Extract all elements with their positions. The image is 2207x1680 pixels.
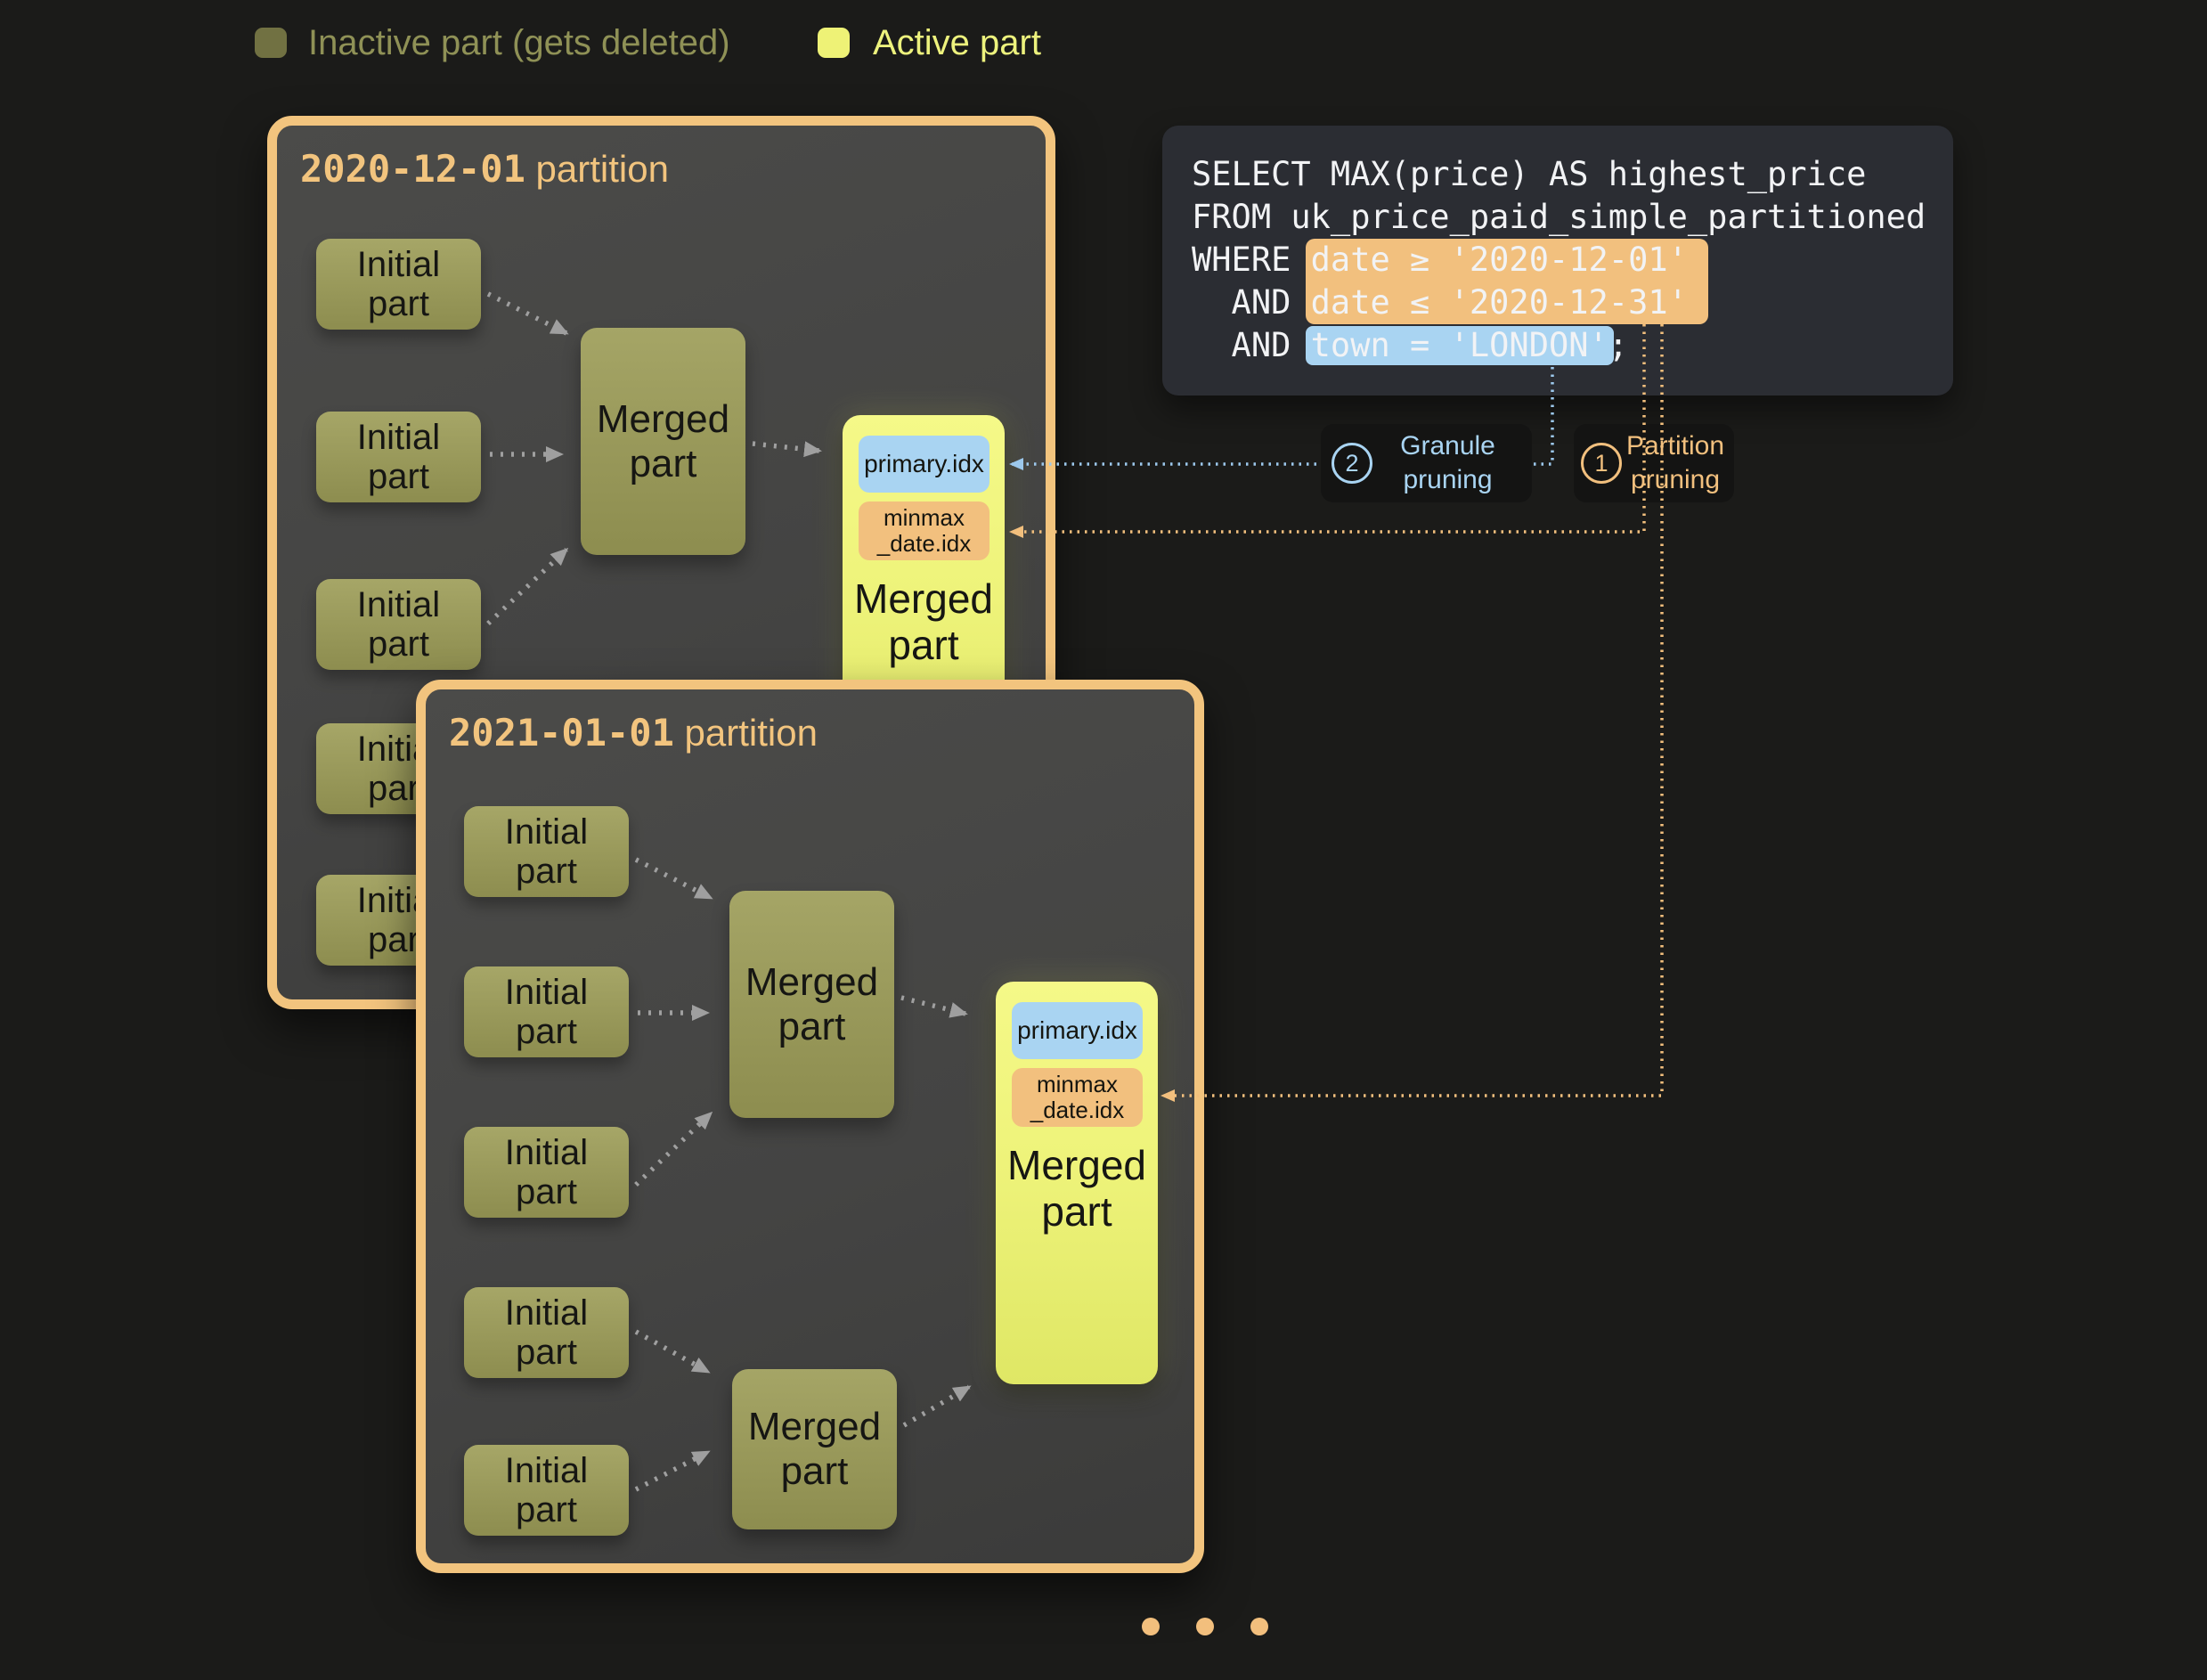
granule-pruning-badge: 2 Granule pruning (1321, 424, 1532, 502)
partition-pruning-badge: 1 Partition pruning (1574, 424, 1734, 502)
initial-part: Initial part (464, 966, 629, 1057)
minmax-idx-badge: minmax _date.idx (1012, 1068, 1143, 1127)
partition-pruning-number: 1 (1581, 443, 1622, 484)
carousel-dot[interactable] (1142, 1618, 1160, 1635)
minmax-idx-line1: minmax (1012, 1072, 1143, 1097)
minmax-idx-line1: minmax (859, 505, 989, 531)
partition-word: partition (536, 148, 669, 190)
minmax-idx-badge: minmax _date.idx (859, 502, 989, 560)
legend-inactive-swatch (255, 28, 287, 58)
merged-part-active: primary.idx minmax _date.idx Merged part (996, 982, 1158, 1384)
initial-part: Initial part (464, 1287, 629, 1378)
carousel-dot[interactable] (1250, 1618, 1268, 1635)
merged-part-inactive: Merged part (729, 891, 894, 1118)
merged-part-label: Merged part (843, 575, 1005, 668)
sql-line: AND town = 'LONDON'; (1192, 324, 1926, 367)
initial-part: Initial part (316, 579, 481, 670)
partition-title: 2021-01-01 partition (449, 711, 818, 754)
sql-code: SELECT MAX(price) AS highest_price FROM … (1192, 153, 1926, 367)
granule-pruning-number: 2 (1332, 443, 1372, 484)
partition-pruning-label: Partition pruning (1622, 429, 1729, 497)
legend-active-label: Active part (873, 25, 1041, 61)
carousel-dot[interactable] (1196, 1618, 1214, 1635)
primary-idx-badge: primary.idx (1012, 1002, 1143, 1059)
legend-active-swatch (818, 28, 850, 58)
initial-part: Initial part (464, 806, 629, 897)
sql-line: WHERE date ≥ '2020-12-01' (1192, 239, 1926, 281)
sql-query-panel: SELECT MAX(price) AS highest_price FROM … (1162, 126, 1953, 396)
legend-inactive-label: Inactive part (gets deleted) (308, 25, 730, 61)
sql-line: AND date ≤ '2020-12-31' (1192, 281, 1926, 324)
sql-line: FROM uk_price_paid_simple_partitioned (1192, 196, 1926, 239)
partition-date: 2020-12-01 (300, 147, 525, 191)
initial-part: Initial part (464, 1445, 629, 1536)
minmax-idx-line2: _date.idx (1012, 1097, 1143, 1123)
merged-part-inactive: Merged part (581, 328, 745, 555)
diagram-canvas: Inactive part (gets deleted) Active part… (0, 0, 2207, 1680)
initial-part: Initial part (316, 239, 481, 330)
partition-title: 2020-12-01 partition (300, 147, 669, 191)
merged-part-inactive: Merged part (732, 1369, 897, 1529)
granule-pruning-label: Granule pruning (1372, 429, 1523, 497)
partition-word: partition (685, 712, 818, 754)
sql-line: SELECT MAX(price) AS highest_price (1192, 153, 1926, 196)
merged-part-label: Merged part (996, 1142, 1158, 1235)
initial-part: Initial part (316, 412, 481, 502)
initial-part: Initial part (464, 1127, 629, 1218)
minmax-idx-line2: _date.idx (859, 531, 989, 557)
primary-idx-badge: primary.idx (859, 436, 989, 493)
partition-2021-01-01: 2021-01-01 partition Initial part Initia… (416, 680, 1204, 1573)
partition-date: 2021-01-01 (449, 711, 674, 754)
